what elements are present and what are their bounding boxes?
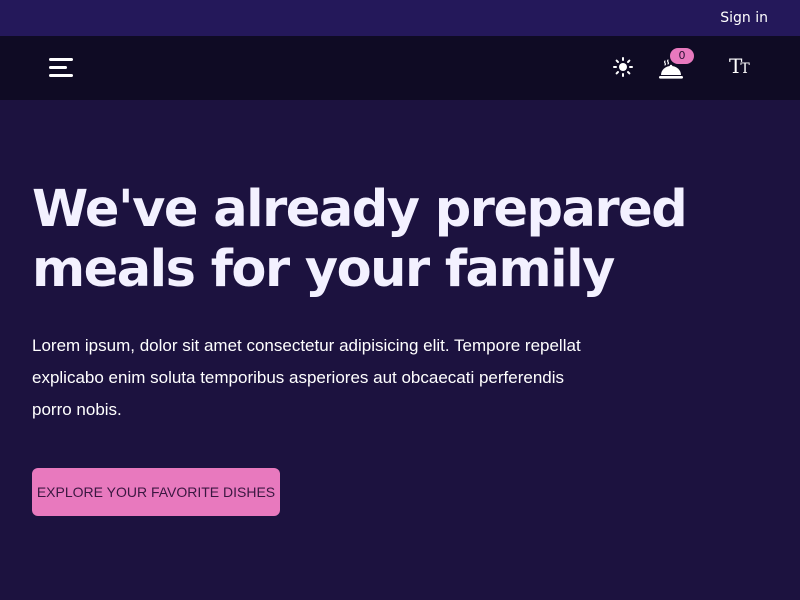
top-bar: Sign in bbox=[0, 0, 800, 36]
hamburger-icon[interactable] bbox=[49, 58, 73, 78]
explore-dishes-button[interactable]: EXPLORE YOUR FAVORITE DISHES bbox=[32, 468, 280, 516]
hero-section: We've already prepared meals for your fa… bbox=[32, 180, 712, 426]
sign-in-link[interactable]: Sign in bbox=[720, 10, 768, 26]
text-size-big-letter: T bbox=[729, 54, 742, 78]
hero-description: Lorem ipsum, dolor sit amet consectetur … bbox=[32, 336, 581, 419]
cart-count-badge: 0 bbox=[670, 48, 694, 64]
hero-title: We've already prepared meals for your fa… bbox=[32, 180, 688, 299]
main-navbar: 0 TT bbox=[0, 36, 800, 100]
cart-button[interactable]: 0 bbox=[656, 48, 696, 88]
text-size-small-letter: T bbox=[740, 61, 749, 77]
text-size-icon[interactable]: TT bbox=[729, 54, 750, 81]
sun-icon[interactable] bbox=[612, 56, 634, 78]
